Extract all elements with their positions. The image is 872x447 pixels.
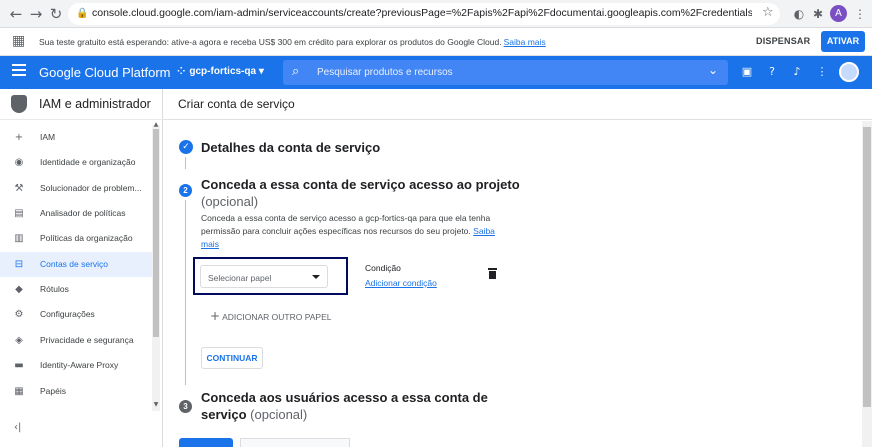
continue-button[interactable]: CONTINUAR	[201, 347, 263, 369]
step3-title-line2: serviço (opcional)	[201, 407, 308, 422]
lock-icon: 🔒	[76, 8, 89, 19]
extension-icon[interactable]: ◐	[790, 5, 808, 23]
learn-more-link[interactable]: Saiba mais	[504, 37, 546, 47]
reload-icon[interactable]: ↻	[46, 4, 66, 24]
sidebar-item-identity[interactable]: ◉ Identidade e organização	[0, 150, 152, 175]
step1-title[interactable]: Detalhes da conta de serviço	[201, 140, 380, 155]
collapse-sidebar-icon[interactable]: ‹|	[14, 422, 21, 433]
browser-toolbar: ← → ↻ 🔒 console.cloud.google.com/iam-adm…	[0, 0, 872, 28]
done-button[interactable]	[179, 438, 233, 447]
back-icon[interactable]: ←	[6, 4, 26, 24]
sidebar-scroll-thumb[interactable]	[153, 129, 159, 337]
page-title: Criar conta de serviço	[178, 97, 295, 111]
condition-label: Condição	[365, 263, 401, 273]
sidebar-item-troubleshooter[interactable]: ⚒ Solucionador de problem...	[0, 176, 152, 201]
scroll-down-icon[interactable]: ▼	[152, 401, 160, 408]
list-doc-icon: ▥	[14, 233, 24, 244]
bookmark-star-icon[interactable]: ☆	[762, 5, 774, 20]
step2-description: Conceda a essa conta de serviço acesso a…	[201, 213, 495, 249]
sidebar-item-iap[interactable]: ▬ Identity-Aware Proxy	[0, 353, 152, 378]
roles-icon: ▦	[14, 386, 24, 397]
sidebar-item-privacy[interactable]: ◈ Privacidade e segurança	[0, 328, 152, 353]
sidebar-item-labels[interactable]: ◆ Rótulos	[0, 277, 152, 302]
iam-shield-icon	[11, 95, 27, 113]
product-title[interactable]: Google Cloud Platform	[39, 65, 171, 80]
sidebar-title: IAM e administrador	[39, 97, 151, 111]
add-condition-link[interactable]: Adicionar condição	[365, 278, 437, 288]
help-icon[interactable]: ?	[765, 65, 779, 79]
shield-icon: ◈	[15, 335, 23, 346]
sidebar-header: IAM e administrador	[0, 89, 163, 120]
trial-banner-text: Sua teste gratuito está esperando: ative…	[39, 37, 546, 47]
account-avatar[interactable]	[839, 62, 859, 82]
plus-icon: +	[210, 309, 221, 323]
cancel-button[interactable]	[240, 438, 350, 447]
sidebar-item-roles[interactable]: ▦ Papéis	[0, 379, 152, 404]
gear-icon: ⚙	[14, 309, 24, 320]
sidebar-item-settings[interactable]: ⚙ Configurações	[0, 302, 152, 327]
trial-banner: ▦ Sua teste gratuito está esperando: ati…	[0, 28, 872, 56]
chevron-down-icon[interactable]: ⌄	[708, 63, 718, 77]
step-complete-check-icon: ✓	[179, 140, 193, 154]
step3-number: 3	[179, 400, 192, 413]
sidebar-item-org-policies[interactable]: ▥ Políticas da organização	[0, 226, 152, 251]
search-input[interactable]: ⌕ Pesquisar produtos e recursos ⌄	[283, 60, 728, 85]
sidebar-scrollbar[interactable]: ▲ ▼	[152, 121, 160, 411]
step-connector	[185, 200, 186, 385]
search-icon: ⌕	[292, 64, 300, 79]
step2-optional: (opcional)	[201, 194, 259, 209]
cloud-shell-icon[interactable]: ▣	[740, 65, 754, 79]
role-select[interactable]: Selecionar papel	[200, 265, 328, 288]
dropdown-caret-icon	[312, 275, 320, 279]
puzzle-icon[interactable]: ✱	[809, 5, 827, 23]
role-select-placeholder: Selecionar papel	[208, 273, 272, 283]
activate-button[interactable]: ATIVAR	[821, 31, 865, 52]
sidebar-item-policy-analyzer[interactable]: ▤ Analisador de políticas	[0, 201, 152, 226]
gift-icon: ▦	[12, 33, 26, 49]
main-scroll-thumb[interactable]	[863, 127, 871, 407]
policy-analyzer-icon: ▤	[14, 208, 24, 219]
address-bar[interactable]: 🔒 console.cloud.google.com/iam-admin/ser…	[68, 3, 780, 25]
sidebar: IAM e administrador + IAM ◉ Identidade e o…	[0, 89, 163, 447]
add-role-button[interactable]: + ADICIONAR OUTRO PAPEL	[210, 309, 331, 323]
dismiss-button[interactable]: DISPENSAR	[756, 36, 810, 46]
forward-icon[interactable]: →	[26, 4, 46, 24]
delete-icon[interactable]	[488, 268, 497, 279]
proxy-icon: ▬	[14, 360, 24, 371]
page-header: Criar conta de serviço	[163, 89, 872, 120]
hamburger-menu-icon[interactable]	[12, 64, 26, 78]
more-vert-icon[interactable]: ⋮	[815, 65, 829, 79]
project-icon: ⁘	[177, 66, 186, 77]
step-connector	[185, 157, 186, 169]
sidebar-item-iam[interactable]: + IAM	[0, 125, 152, 150]
step2-title: Conceda a essa conta de serviço acesso a…	[201, 177, 520, 192]
step2-number: 2	[179, 184, 192, 197]
console-header: Google Cloud Platform ⁘ gcp-fortics-qa ▾ …	[0, 56, 872, 89]
search-placeholder: Pesquisar produtos e recursos	[317, 67, 453, 78]
step3-title[interactable]: Conceda aos usuários acesso a essa conta…	[201, 390, 488, 405]
profile-avatar[interactable]: A	[830, 5, 847, 22]
sidebar-item-service-accounts[interactable]: ⊟ Contas de serviço	[0, 252, 152, 277]
tag-icon: ◆	[15, 284, 23, 295]
person-add-icon: +	[14, 132, 24, 143]
main-scrollbar[interactable]	[862, 121, 872, 447]
browser-menu-icon[interactable]: ⋮	[851, 5, 869, 23]
project-selector[interactable]: ⁘ gcp-fortics-qa ▾	[177, 66, 264, 77]
service-account-icon: ⊟	[14, 259, 24, 270]
url-text: console.cloud.google.com/iam-admin/servi…	[92, 7, 752, 19]
wrench-icon: ⚒	[14, 183, 24, 194]
scroll-up-icon[interactable]: ▲	[152, 121, 160, 128]
notifications-icon[interactable]: ♪	[790, 65, 804, 79]
account-circle-icon: ◉	[14, 157, 24, 168]
